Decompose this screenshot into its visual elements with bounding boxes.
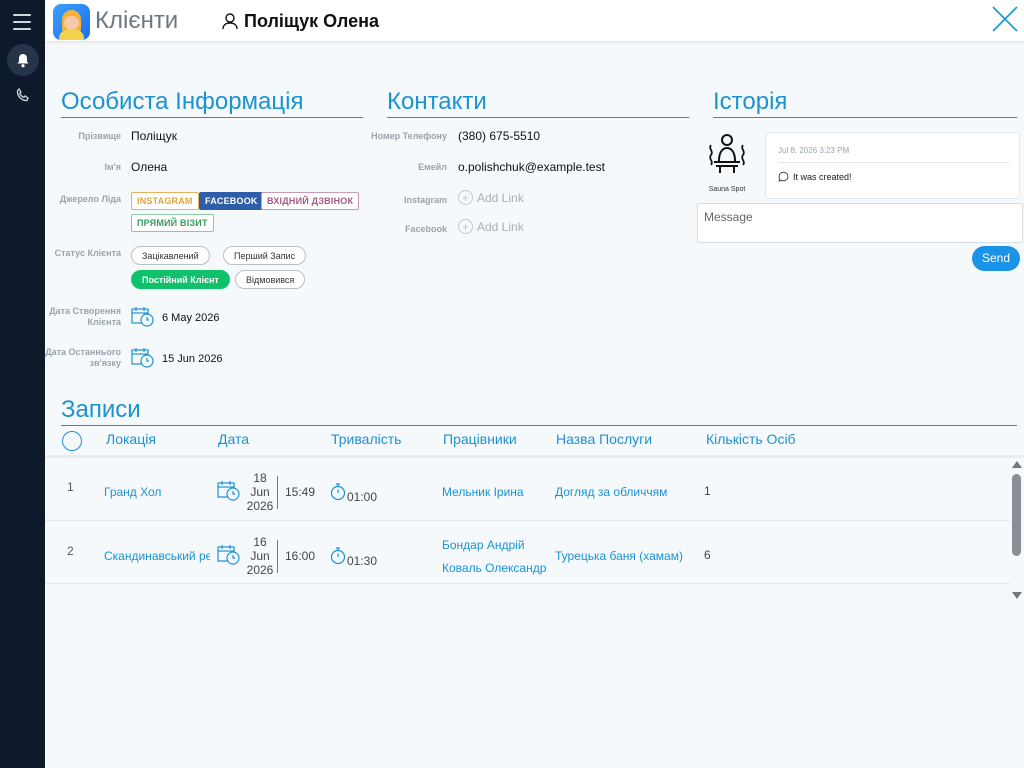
notifications-bell-icon[interactable] <box>7 44 39 76</box>
row-location[interactable]: Гранд Хол <box>104 485 161 499</box>
plus-circle-icon: + <box>458 190 473 205</box>
email-value[interactable]: o.polishchuk@example.test <box>458 160 605 174</box>
plus-circle-icon: + <box>458 219 473 234</box>
client-status-label: Статус Клієнта <box>54 248 121 258</box>
close-icon[interactable] <box>990 4 1020 34</box>
status-first-booking[interactable]: Перший Запис <box>223 246 307 265</box>
col-workers[interactable]: Працівники <box>443 431 517 447</box>
row-time: 16:00 <box>285 549 316 563</box>
facebook-label: Facebook <box>404 224 447 234</box>
app-title: Клієнти <box>95 7 179 34</box>
personal-info-title: Особиста Інформація <box>61 88 363 118</box>
row-date: 18 Jun 2026 <box>246 471 274 513</box>
row-worker[interactable]: Мельник Ірина <box>442 485 524 499</box>
email-label: Емейл <box>418 162 447 172</box>
instagram-add-link[interactable]: + Add Link <box>458 190 524 205</box>
row-persons: 1 <box>704 484 711 498</box>
user-icon <box>222 13 238 30</box>
col-persons[interactable]: Кількість Осіб <box>706 431 796 447</box>
row-duration: 01:00 <box>347 490 378 504</box>
sauna-spot-logo-icon <box>709 134 745 173</box>
surname-value[interactable]: Поліщук <box>131 129 177 143</box>
history-entry: Jul 8, 2026 3:23 PM It was created! <box>765 132 1020 199</box>
last-contact-label: Дата Останнього зв'язку <box>45 347 121 368</box>
col-service[interactable]: Назва Послуги <box>556 431 652 447</box>
created-date-value[interactable]: 6 May 2026 <box>162 312 219 324</box>
phone-value[interactable]: (380) 675-5510 <box>458 129 540 143</box>
history-entry-date: Jul 8, 2026 3:23 PM <box>778 146 850 155</box>
row-service[interactable]: Догляд за обличчям <box>555 485 667 499</box>
row-time: 15:49 <box>285 485 316 499</box>
name-value[interactable]: Олена <box>131 160 167 174</box>
scroll-up-arrow-icon[interactable] <box>1012 461 1022 468</box>
comment-icon <box>778 171 789 182</box>
calendar-clock-icon <box>217 481 240 501</box>
name-label: Ім'я <box>104 162 121 172</box>
stopwatch-icon <box>330 483 346 501</box>
select-all-checkbox[interactable] <box>62 431 82 451</box>
col-duration[interactable]: Тривалість <box>331 431 401 447</box>
contacts-title: Контакти <box>387 88 689 118</box>
row-duration: 01:30 <box>347 554 378 568</box>
records-title: Записи <box>61 396 1017 426</box>
row-date: 16 Jun 2026 <box>246 535 274 577</box>
header-bar: Клієнти Поліщук Олена <box>45 0 1024 42</box>
history-avatar-caption: Sauna Spot <box>708 186 746 193</box>
status-interested[interactable]: Зацікавлений <box>131 246 210 265</box>
calendar-clock-icon[interactable] <box>131 306 155 328</box>
col-location[interactable]: Локація <box>106 431 156 447</box>
app-logo <box>53 4 90 40</box>
table-row[interactable]: 1 Гранд Хол 18 Jun 2026 15:49 01:00 Мельни… <box>45 458 1010 521</box>
client-name: Поліщук Олена <box>244 11 379 31</box>
status-regular-client[interactable]: Постійний Клієнт <box>131 270 230 289</box>
scroll-down-arrow-icon[interactable] <box>1012 592 1022 599</box>
row-number: 1 <box>67 480 74 494</box>
row-service[interactable]: Турецька баня (хамам) <box>555 549 683 563</box>
source-tag-direct-visit[interactable]: ПРЯМИЙ ВІЗИТ <box>131 214 214 232</box>
last-contact-date-value[interactable]: 15 Jun 2026 <box>162 353 223 365</box>
row-worker[interactable]: Коваль Олександр <box>442 561 546 575</box>
instagram-label: Instagram <box>403 195 447 205</box>
send-button[interactable]: Send <box>972 246 1020 271</box>
phone-label: Номер Телефону <box>371 131 447 141</box>
source-tag-facebook[interactable]: FACEBOOK <box>199 192 264 210</box>
message-input[interactable]: Message <box>697 203 1023 243</box>
phone-icon[interactable] <box>13 85 33 105</box>
calendar-clock-icon <box>217 545 240 565</box>
menu-icon[interactable] <box>13 14 31 30</box>
calendar-clock-icon[interactable] <box>131 347 155 369</box>
records-table-header: Локація Дата Тривалість Працівники Назва… <box>60 427 1017 451</box>
scrollbar-thumb[interactable] <box>1012 474 1021 556</box>
created-date-label: Дата Створення Клієнта <box>49 306 121 327</box>
row-persons: 6 <box>704 548 711 562</box>
table-row[interactable]: 2 Скандинавський ре 16 Jun 2026 16:00 01:3… <box>45 521 1010 584</box>
surname-label: Прізвище <box>78 131 121 141</box>
history-avatar: Sauna Spot <box>702 131 752 193</box>
facebook-add-link[interactable]: + Add Link <box>458 219 524 234</box>
source-tag-incoming-call[interactable]: ВХІДНИЙ ДЗВІНОК <box>261 192 360 210</box>
col-date[interactable]: Дата <box>218 431 249 447</box>
history-title: Історія <box>713 88 1017 118</box>
row-location[interactable]: Скандинавський ре <box>104 549 210 563</box>
history-entry-message: It was created! <box>778 171 852 182</box>
stopwatch-icon <box>330 547 346 565</box>
left-rail <box>0 0 45 768</box>
source-tag-instagram[interactable]: INSTAGRAM <box>131 192 199 210</box>
row-worker[interactable]: Бондар Андрій <box>442 538 525 552</box>
status-declined[interactable]: Відмовився <box>235 270 306 289</box>
lead-source-label: Джерело Ліда <box>59 194 121 204</box>
row-number: 2 <box>67 544 74 558</box>
